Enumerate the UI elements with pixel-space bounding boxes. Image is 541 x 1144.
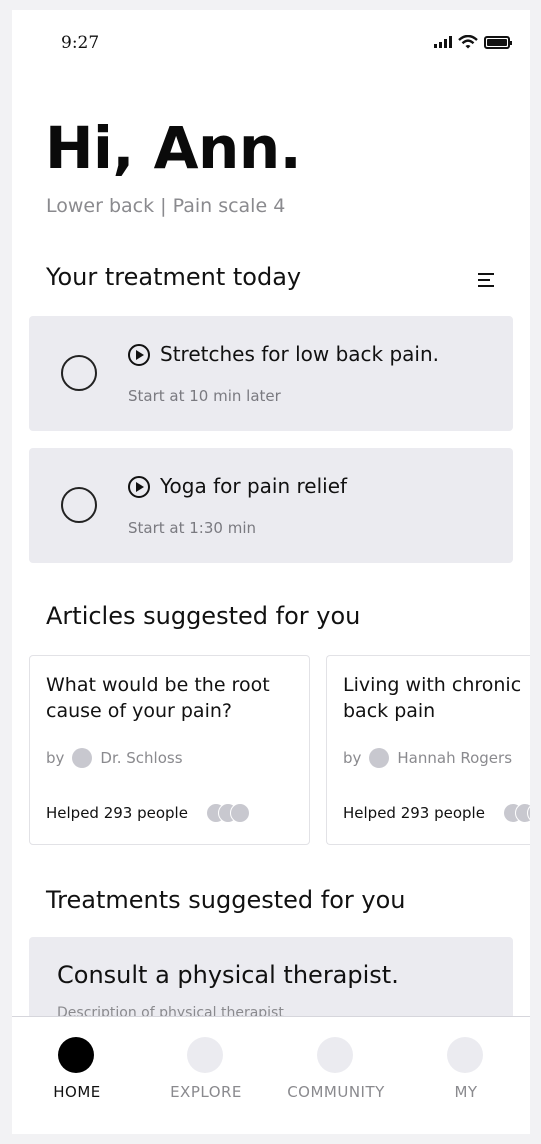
phone-screen: 9:27 Hi, Ann. Lower back | Pain scale 4 … (12, 10, 530, 1134)
task-checkbox[interactable] (61, 355, 97, 391)
author-name: Hannah Rogers (397, 749, 513, 767)
article-card[interactable]: Living with chronic back pain by Hannah … (326, 655, 530, 845)
author-avatar (369, 748, 390, 768)
tab-home[interactable]: HOME (12, 1017, 142, 1134)
article-title: What would be the root cause of your pai… (46, 674, 270, 722)
section-title-treatment-today: Your treatment today (46, 263, 302, 291)
task-title: Stretches for low back pain. (160, 342, 440, 366)
treatment-title: Consult a physical therapist. (57, 961, 399, 989)
treatment-task-card[interactable]: Yoga for pain relief Start at 1:30 min (29, 448, 513, 563)
play-icon[interactable] (128, 344, 150, 366)
by-label: by (343, 749, 362, 767)
article-card[interactable]: What would be the root cause of your pai… (29, 655, 310, 845)
tab-label: EXPLORE (170, 1083, 242, 1101)
task-start-time: Start at 1:30 min (128, 519, 256, 537)
task-checkbox[interactable] (61, 487, 97, 523)
wifi-icon (458, 35, 478, 49)
tab-label: HOME (53, 1083, 101, 1101)
treatment-task-card[interactable]: Stretches for low back pain. Start at 10… (29, 316, 513, 431)
article-author: by Hannah Rogers (343, 748, 512, 768)
community-icon (317, 1037, 353, 1073)
article-helped-count: Helped 293 people (46, 804, 188, 822)
bottom-tab-bar: HOME EXPLORE COMMUNITY MY (12, 1016, 530, 1134)
article-title: Living with chronic back pain (343, 674, 522, 722)
status-time: 9:27 (61, 33, 100, 53)
tab-label: MY (454, 1083, 478, 1101)
battery-icon (484, 35, 512, 49)
helper-avatars (503, 803, 530, 823)
list-filter-icon[interactable] (478, 273, 496, 289)
home-icon (58, 1037, 94, 1073)
greeting-title: Hi, Ann. (45, 114, 302, 182)
author-avatar (72, 748, 93, 768)
explore-icon (187, 1037, 223, 1073)
helper-avatars (206, 803, 266, 823)
article-author: by Dr. Schloss (46, 748, 183, 768)
articles-carousel[interactable]: What would be the root cause of your pai… (29, 655, 530, 847)
condition-subtitle: Lower back | Pain scale 4 (46, 195, 286, 217)
section-title-articles: Articles suggested for you (46, 602, 361, 630)
profile-icon (447, 1037, 483, 1073)
author-name: Dr. Schloss (100, 749, 183, 767)
tab-label: COMMUNITY (287, 1083, 385, 1101)
status-icons (434, 35, 512, 49)
article-helped-count: Helped 293 people (343, 804, 485, 822)
tab-explore[interactable]: EXPLORE (141, 1017, 271, 1134)
by-label: by (46, 749, 65, 767)
signal-icon (434, 36, 452, 48)
play-icon[interactable] (128, 476, 150, 498)
section-title-treatments: Treatments suggested for you (46, 886, 406, 914)
tab-my[interactable]: MY (401, 1017, 530, 1134)
tab-community[interactable]: COMMUNITY (271, 1017, 401, 1134)
task-title: Yoga for pain relief (160, 474, 348, 498)
task-start-time: Start at 10 min later (128, 387, 281, 405)
